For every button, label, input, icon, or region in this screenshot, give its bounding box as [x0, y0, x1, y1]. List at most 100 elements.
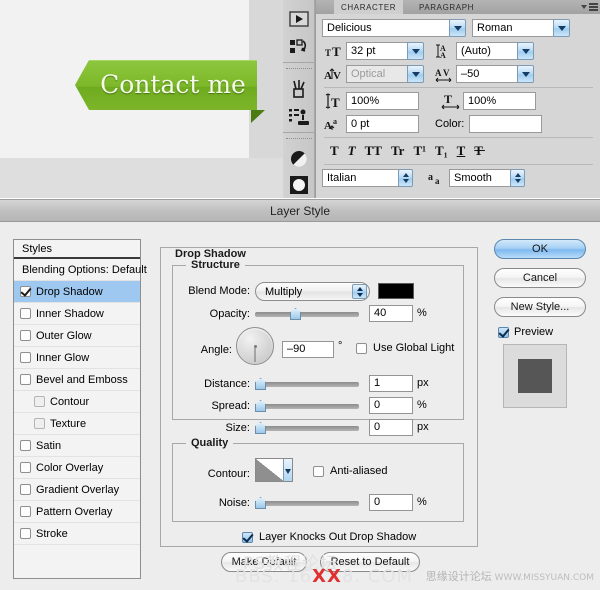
language-stepper-icon[interactable]	[398, 169, 413, 187]
style-item-satin[interactable]: Satin	[14, 435, 140, 457]
make-default-button[interactable]: Make Default	[221, 552, 307, 572]
style-item-texture[interactable]: Texture	[14, 413, 140, 435]
tracking-field[interactable]: –50	[456, 65, 518, 83]
clone-stamp-icon[interactable]	[288, 106, 310, 128]
size-slider[interactable]	[255, 421, 359, 435]
style-item-outer-glow[interactable]: Outer Glow	[14, 325, 140, 347]
tracking-dropdown-icon[interactable]	[517, 65, 534, 83]
anti-alias-stepper-icon[interactable]	[510, 169, 525, 187]
gradient-overlay-checkbox[interactable]	[20, 484, 31, 495]
blend-mode-select[interactable]: Multiply	[255, 282, 370, 301]
contour-checkbox[interactable]	[34, 396, 45, 407]
small-caps-button[interactable]: Tr	[391, 143, 404, 159]
anti-aliased-row[interactable]: Anti-aliased	[313, 465, 387, 477]
spread-slider[interactable]	[255, 399, 359, 413]
use-global-light-row[interactable]: Use Global Light	[356, 342, 454, 354]
superscript-button[interactable]: T¹	[413, 143, 426, 159]
baseline-shift-field[interactable]: 0 pt	[346, 115, 419, 133]
tool-drag-handle-1[interactable]	[286, 68, 312, 69]
leading-dropdown-icon[interactable]	[517, 42, 534, 60]
bevel-emboss-checkbox[interactable]	[20, 374, 31, 385]
horizontal-scale-field[interactable]: 100%	[463, 92, 536, 110]
noise-slider[interactable]	[255, 496, 359, 510]
distance-input[interactable]: 1	[369, 375, 413, 392]
style-item-blending-options[interactable]: Blending Options: Default	[14, 259, 147, 281]
kerning-dropdown-icon[interactable]	[407, 65, 424, 83]
style-item-drop-shadow[interactable]: Drop Shadow	[14, 281, 140, 303]
layer-knockout-checkbox[interactable]	[242, 531, 253, 543]
font-style-field[interactable]: Roman	[472, 19, 554, 37]
stroke-checkbox[interactable]	[20, 528, 31, 539]
pattern-overlay-checkbox[interactable]	[20, 506, 31, 517]
font-size-field[interactable]: 32 pt	[346, 42, 408, 60]
preview-toggle-row[interactable]: Preview	[498, 326, 586, 338]
faux-bold-button[interactable]: T	[330, 143, 339, 159]
inner-shadow-checkbox[interactable]	[20, 308, 31, 319]
angle-dial[interactable]	[236, 327, 274, 365]
distance-slider-knob[interactable]	[255, 378, 266, 390]
spread-input[interactable]: 0	[369, 397, 413, 414]
texture-checkbox[interactable]	[34, 418, 45, 429]
color-overlay-checkbox[interactable]	[20, 462, 31, 473]
style-item-stroke[interactable]: Stroke	[14, 523, 140, 545]
distance-slider[interactable]	[255, 377, 359, 391]
circle-icon[interactable]	[288, 174, 310, 196]
opacity-input[interactable]: 40	[369, 305, 413, 322]
noise-input[interactable]: 0	[369, 494, 413, 511]
style-item-color-overlay[interactable]: Color Overlay	[14, 457, 140, 479]
satin-checkbox[interactable]	[20, 440, 31, 451]
anti-aliased-checkbox[interactable]	[313, 465, 324, 477]
reset-to-default-button[interactable]: Reset to Default	[320, 552, 420, 572]
cancel-button[interactable]: Cancel	[494, 268, 586, 288]
strikethrough-button[interactable]: T̵	[474, 143, 483, 159]
all-caps-button[interactable]: TT	[365, 143, 382, 159]
font-size-dropdown-icon[interactable]	[407, 42, 424, 60]
ok-button[interactable]: OK	[494, 239, 586, 259]
preview-checkbox[interactable]	[498, 326, 509, 338]
drop-shadow-checkbox[interactable]	[20, 286, 31, 297]
kerning-field[interactable]: Optical	[346, 65, 408, 83]
underline-button[interactable]: T	[457, 143, 466, 159]
tool-drag-handle-2[interactable]	[286, 138, 312, 139]
inner-glow-checkbox[interactable]	[20, 352, 31, 363]
layer-knockout-row[interactable]: Layer Knocks Out Drop Shadow	[242, 531, 416, 543]
contour-preset-picker[interactable]	[255, 458, 293, 482]
shadow-color-swatch[interactable]	[378, 283, 414, 299]
new-style-button[interactable]: New Style...	[494, 297, 586, 317]
brush-tool-icon[interactable]	[288, 78, 310, 100]
font-family-dropdown-icon[interactable]	[449, 19, 466, 37]
text-color-swatch[interactable]	[469, 115, 543, 133]
subscript-button[interactable]: T₁	[435, 143, 448, 159]
style-item-inner-shadow[interactable]: Inner Shadow	[14, 303, 140, 325]
font-style-dropdown-icon[interactable]	[553, 19, 570, 37]
tab-character[interactable]: CHARACTER	[334, 0, 404, 14]
style-item-bevel-and-emboss[interactable]: Bevel and Emboss	[14, 369, 140, 391]
blend-mode-stepper-icon[interactable]	[352, 284, 367, 299]
size-slider-knob[interactable]	[255, 422, 266, 434]
actions-icon[interactable]	[288, 36, 310, 58]
tab-paragraph[interactable]: PARAGRAPH	[412, 0, 481, 14]
half-circle-icon[interactable]	[288, 148, 310, 170]
opacity-slider-knob[interactable]	[290, 308, 301, 320]
play-icon[interactable]	[288, 8, 310, 30]
leading-field[interactable]: (Auto)	[456, 42, 518, 60]
outer-glow-checkbox[interactable]	[20, 330, 31, 341]
angle-input[interactable]: –90	[282, 341, 334, 358]
noise-slider-knob[interactable]	[255, 497, 266, 509]
style-item-pattern-overlay[interactable]: Pattern Overlay	[14, 501, 140, 523]
style-item-gradient-overlay[interactable]: Gradient Overlay	[14, 479, 140, 501]
style-item-inner-glow[interactable]: Inner Glow	[14, 347, 140, 369]
spread-slider-knob[interactable]	[255, 400, 266, 412]
style-item-contour[interactable]: Contour	[14, 391, 140, 413]
language-field[interactable]: Italian	[322, 169, 399, 187]
vertical-scale-field[interactable]: 100%	[346, 92, 419, 110]
size-input[interactable]: 0	[369, 419, 413, 436]
panel-menu-icon[interactable]	[581, 1, 598, 13]
contour-dropdown-icon[interactable]	[283, 459, 292, 481]
anti-alias-field[interactable]: Smooth	[449, 169, 511, 187]
faux-italic-button[interactable]: T	[348, 143, 356, 159]
contact-me-ribbon[interactable]: Contact me	[75, 60, 265, 123]
font-family-field[interactable]: Delicious	[322, 19, 450, 37]
opacity-slider[interactable]	[255, 307, 359, 321]
use-global-light-checkbox[interactable]	[356, 342, 367, 354]
